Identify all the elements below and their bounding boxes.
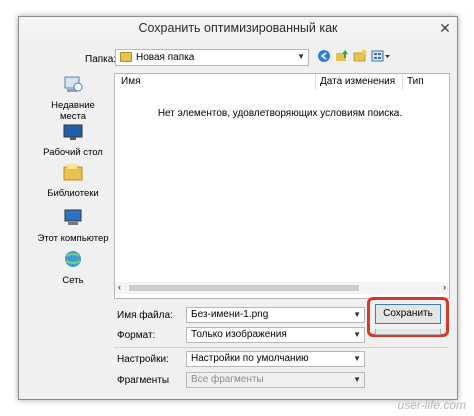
- close-button[interactable]: ✕: [439, 21, 451, 35]
- network-icon: [65, 251, 81, 267]
- computer-icon: [64, 209, 82, 225]
- filename-label: Имя файла:: [117, 310, 173, 321]
- column-label: Дата изменения: [320, 76, 396, 87]
- place-label: Этот компьютер: [37, 233, 109, 244]
- column-date-header[interactable]: Дата изменения: [316, 74, 403, 90]
- place-libraries[interactable]: Библиотеки: [37, 163, 109, 199]
- folder-icon: [120, 52, 132, 62]
- place-recent[interactable]: Недавние места: [37, 75, 109, 122]
- column-name-header[interactable]: Имя: [115, 74, 316, 90]
- back-icon[interactable]: [317, 49, 331, 63]
- column-label: Имя: [121, 76, 141, 87]
- up-folder-icon[interactable]: [335, 49, 349, 63]
- format-label: Формат:: [117, 330, 156, 341]
- column-label: Тип: [407, 76, 424, 87]
- view-menu-icon[interactable]: [371, 49, 391, 63]
- place-label: Библиотеки: [47, 188, 99, 199]
- scroll-thumb[interactable]: [129, 285, 359, 291]
- column-type-header[interactable]: Тип: [403, 74, 447, 90]
- fragments-label: Фрагменты: [117, 375, 170, 386]
- empty-message: Нет элементов, удовлетворяющих условиям …: [157, 108, 403, 119]
- horizontal-scrollbar[interactable]: ‹ ›: [115, 282, 449, 294]
- place-network[interactable]: Сеть: [37, 250, 109, 286]
- folder-value: Новая папка: [136, 52, 195, 63]
- chevron-down-icon: ▼: [353, 310, 361, 319]
- place-label: Недавние места: [51, 100, 95, 122]
- place-label: Рабочий стол: [43, 147, 103, 158]
- folder-dropdown[interactable]: Новая папка ▼: [115, 49, 309, 66]
- scroll-left-icon[interactable]: ‹: [118, 282, 121, 292]
- scroll-right-icon[interactable]: ›: [443, 282, 446, 292]
- filename-field[interactable]: Без-имени-1.png ▼: [186, 307, 365, 323]
- place-label: Сеть: [62, 275, 84, 286]
- dialog-title: Сохранить оптимизированный как: [138, 21, 338, 35]
- fragments-dropdown: Все фрагменты ▼: [186, 372, 365, 388]
- new-folder-icon[interactable]: [353, 49, 367, 63]
- settings-dropdown[interactable]: Настройки по умолчанию ▼: [186, 351, 365, 367]
- chevron-down-icon: ▼: [353, 354, 361, 363]
- cancel-button[interactable]: [375, 329, 441, 335]
- recent-places-icon: [64, 76, 83, 92]
- watermark: user-life.com: [397, 398, 466, 412]
- chevron-down-icon: ▼: [353, 375, 361, 384]
- filename-value: Без-имени-1.png: [191, 309, 269, 320]
- format-dropdown[interactable]: Только изображения ▼: [186, 327, 365, 343]
- desktop-icon: [63, 124, 83, 140]
- settings-value: Настройки по умолчанию: [191, 353, 309, 364]
- divider: [114, 347, 448, 348]
- chevron-down-icon: ▼: [353, 330, 361, 339]
- folder-label: Папка:: [85, 54, 117, 65]
- title-bar: Сохранить оптимизированный как ✕: [19, 17, 457, 39]
- chevron-down-icon: ▼: [297, 52, 305, 61]
- save-button[interactable]: Сохранить: [375, 304, 441, 324]
- format-value: Только изображения: [191, 329, 287, 340]
- settings-label: Настройки:: [117, 354, 169, 365]
- save-dialog: Сохранить оптимизированный как ✕ Папка: …: [18, 16, 458, 400]
- place-desktop[interactable]: Рабочий стол: [37, 122, 109, 158]
- fragments-value: Все фрагменты: [191, 374, 264, 385]
- place-computer[interactable]: Этот компьютер: [37, 208, 109, 244]
- file-list[interactable]: Имя Дата изменения Тип Нет элементов, уд…: [114, 73, 450, 299]
- libraries-icon: [63, 164, 83, 181]
